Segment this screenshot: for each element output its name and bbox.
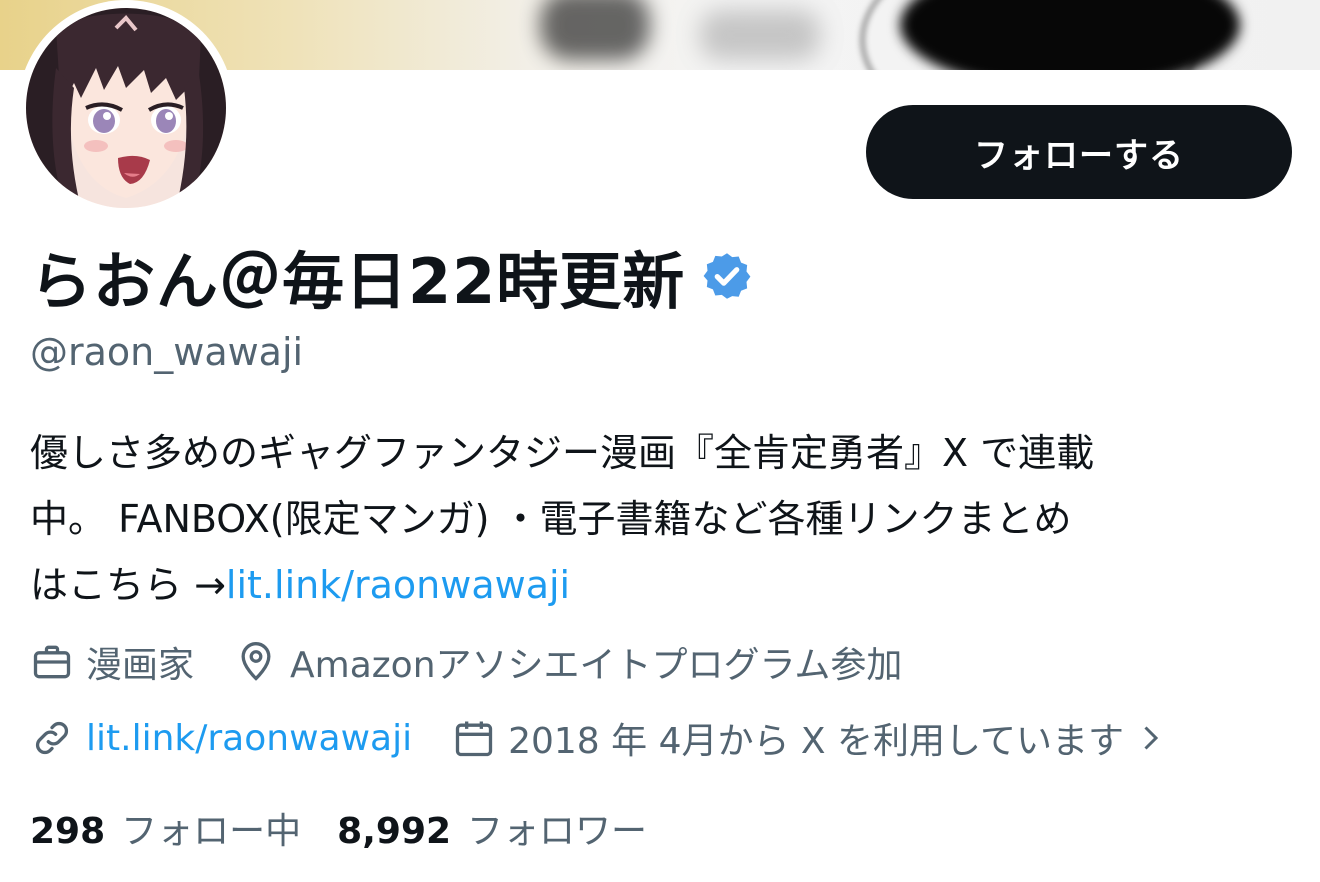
location: Amazonアソシエイトプログラム参加 xyxy=(290,645,903,686)
display-name-row: らおん＠毎日22時更新 xyxy=(30,236,753,318)
link-icon xyxy=(35,721,69,755)
meta-row-2: lit.link/raonwawaji 2018 年 4月から X を利用してい… xyxy=(30,712,1180,764)
followers-stat[interactable]: 8,992 フォロワー xyxy=(337,802,647,854)
bio-line: 優しさ多めのギャグファンタジー漫画『全肯定勇者』X で連載 xyxy=(30,431,1095,475)
display-name: らおん＠毎日22時更新 xyxy=(30,245,686,318)
joined-date: 2018 年 4月から X を利用しています xyxy=(508,721,1124,762)
profession-item: 漫画家 xyxy=(30,636,194,688)
website-link[interactable]: lit.link/raonwawaji xyxy=(86,718,412,759)
joined-item[interactable]: 2018 年 4月から X を利用しています xyxy=(452,712,1180,764)
profession: 漫画家 xyxy=(86,645,195,686)
followers-label: フォロワー xyxy=(467,811,648,852)
bio-text: はこちら → xyxy=(30,563,226,607)
meta-row-1: 漫画家 Amazonアソシエイトプログラム参加 xyxy=(30,636,902,688)
handle: @raon_wawaji xyxy=(30,330,304,374)
bio-line: はこちら →lit.link/raonwawaji xyxy=(30,552,1300,618)
follow-stats: 298 フォロー中 8,992 フォロワー xyxy=(30,802,683,854)
location-pin-icon xyxy=(241,642,271,681)
bio-line: 中。 FANBOX(限定マンガ) ・電子書籍など各種リンクまとめ xyxy=(30,497,1072,541)
chevron-right-icon[interactable] xyxy=(1132,720,1168,756)
following-stat[interactable]: 298 フォロー中 xyxy=(30,802,301,854)
avatar-image xyxy=(26,8,226,208)
website-item[interactable]: lit.link/raonwawaji xyxy=(30,716,412,760)
following-count: 298 xyxy=(30,811,106,852)
calendar-icon xyxy=(455,721,493,757)
followers-count: 8,992 xyxy=(337,811,452,852)
verified-badge-icon[interactable] xyxy=(701,250,753,302)
bio-link[interactable]: lit.link/raonwawaji xyxy=(226,563,570,607)
location-item: Amazonアソシエイトプログラム参加 xyxy=(234,636,902,688)
following-label: フォロー中 xyxy=(121,811,302,852)
briefcase-icon xyxy=(33,645,71,679)
follow-button[interactable]: フォローする xyxy=(866,105,1292,199)
avatar[interactable] xyxy=(18,0,234,216)
bio: 優しさ多めのギャグファンタジー漫画『全肯定勇者』X で連載 中。 FANBOX(… xyxy=(30,420,1300,618)
